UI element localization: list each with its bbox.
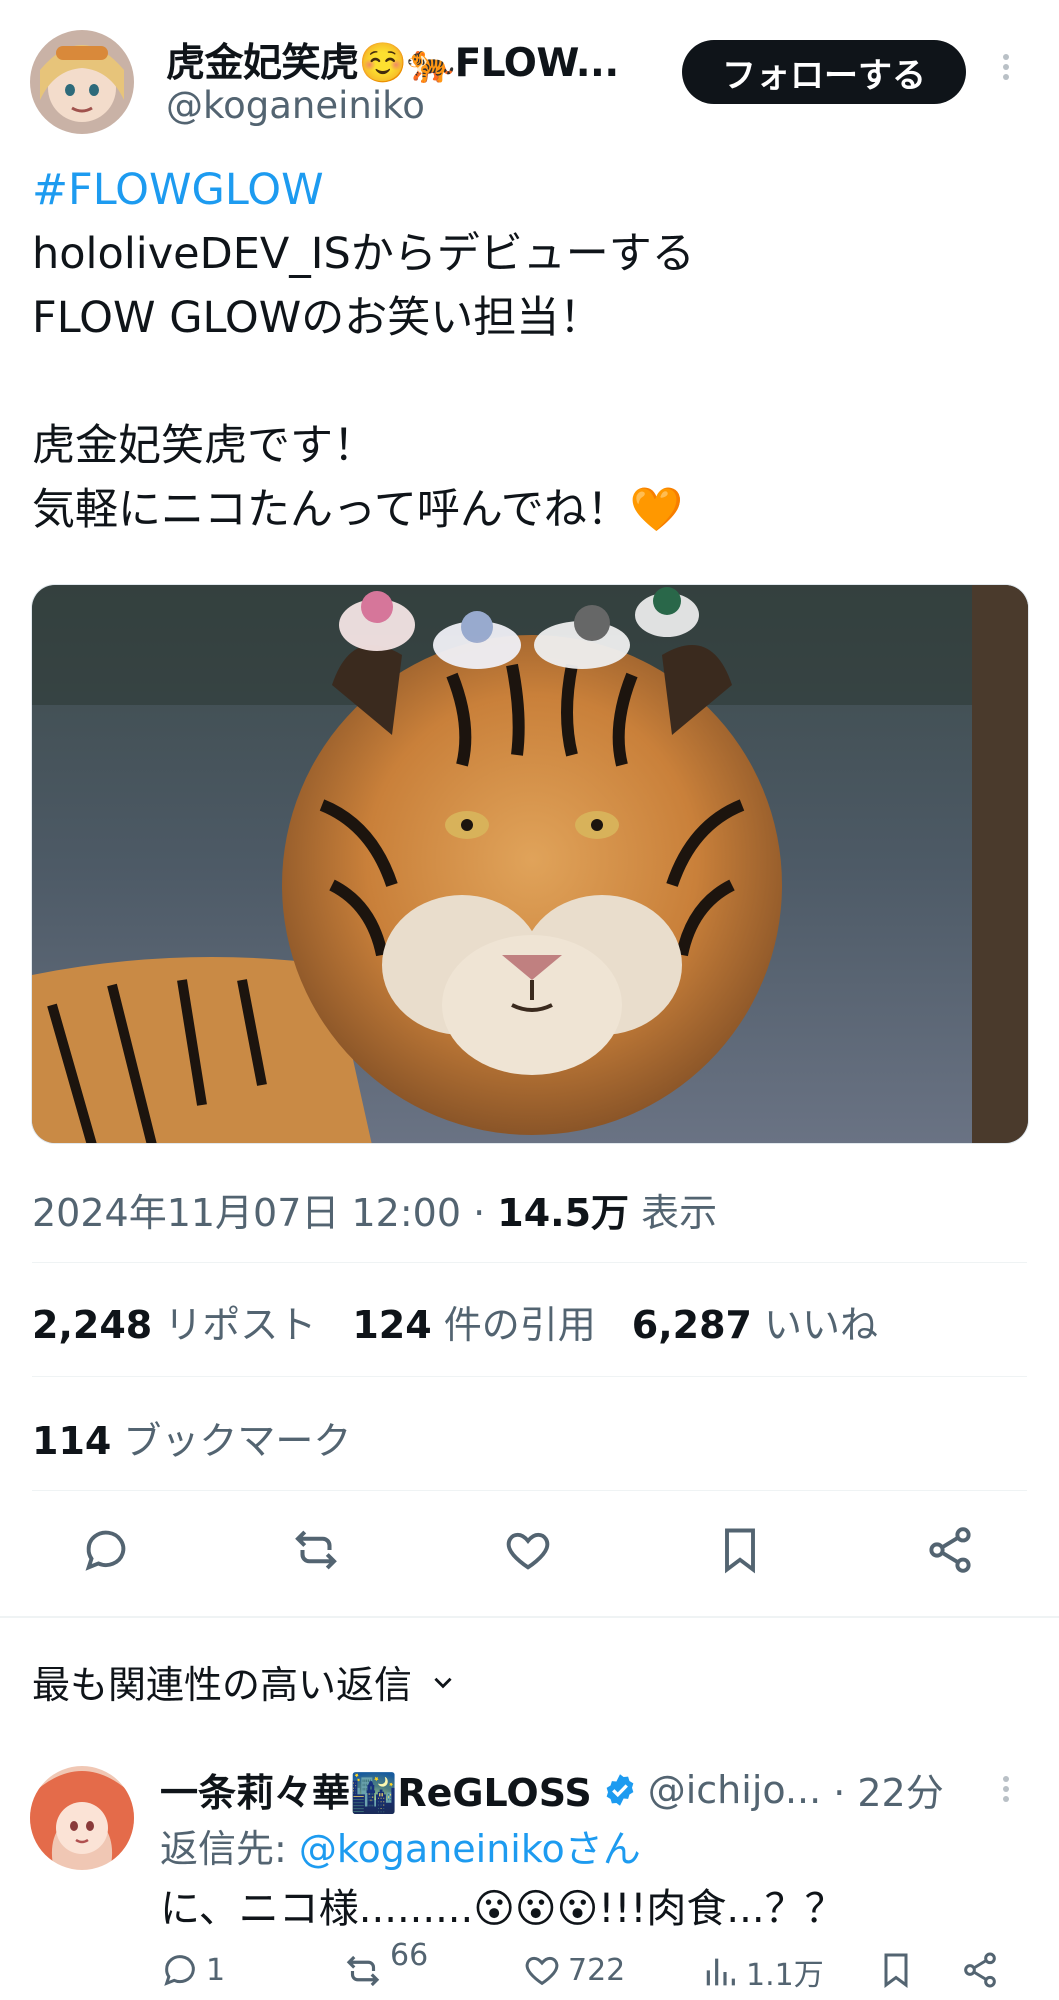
quotes-stat[interactable]: 124 件の引用 [352, 1294, 595, 1349]
tweet-media-image[interactable] [31, 584, 1029, 1144]
reply-views-count: 1.1万 [746, 1958, 824, 1993]
engagement-stats: 2,248 リポスト 124 件の引用 6,287 いいね [32, 1294, 878, 1349]
tweet-text-line: hololiveDEV_ISからデビューする [32, 229, 695, 279]
reply-text: に、ニコ様.........😮😮😮!!!肉食...？？ [160, 1886, 845, 1932]
likes-label: いいね [764, 1303, 879, 1347]
divider [32, 1490, 1027, 1491]
meta-separator: · [473, 1191, 486, 1235]
more-options-icon[interactable] [992, 50, 1020, 94]
reply-header: 一条莉々華🌃ReGLOSS @ichijo... · 22分 [160, 1762, 944, 1817]
bookmark-icon[interactable] [710, 1520, 770, 1580]
divider [32, 1376, 1027, 1377]
views-label: 表示 [641, 1191, 718, 1235]
author-name[interactable]: 虎金妃笑虎☺️🐅FLOW... [166, 32, 619, 88]
tweet-datetime[interactable]: 2024年11月07日 12:00 [32, 1191, 461, 1235]
bookmarks-count: 114 [32, 1419, 112, 1463]
reply-author-avatar[interactable] [30, 1766, 134, 1870]
reply-to-prefix: 返信先: [160, 1827, 299, 1871]
divider [32, 1262, 1027, 1263]
repost-icon[interactable] [286, 1520, 346, 1580]
tweet-meta: 2024年11月07日 12:00 · 14.5万 表示 [32, 1182, 717, 1237]
reply-like-button[interactable]: 722 [522, 1950, 625, 1990]
replies-sort-dropdown[interactable]: 最も関連性の高い返信 [32, 1654, 456, 1709]
reposts-label: リポスト [164, 1303, 317, 1347]
follow-button[interactable]: フォローする [682, 40, 966, 104]
reply-bookmark-button[interactable] [876, 1950, 916, 1990]
reposts-stat[interactable]: 2,248 リポスト [32, 1294, 316, 1349]
author-handle[interactable]: @koganeiniko [166, 84, 425, 127]
author-avatar[interactable] [30, 30, 134, 134]
reply-likes-count: 722 [568, 1952, 626, 1988]
share-icon [964, 1952, 996, 1988]
bookmarks-label: ブックマーク [123, 1419, 352, 1463]
divider [0, 1616, 1059, 1618]
views-icon [706, 1958, 735, 1986]
reply-reply-button[interactable]: 1 [160, 1950, 225, 1990]
reply-icon[interactable] [76, 1520, 136, 1580]
tweet-detail-page: 虎金妃笑虎☺️🐅FLOW... @koganeiniko フォローする #FLO… [0, 0, 1059, 2000]
reply-icon [164, 1955, 195, 1986]
tiger-photo [32, 585, 1028, 1143]
reply-actions-bar: 1 66 722 1.1万 [160, 1938, 1030, 2000]
reply-views-button[interactable]: 1.1万 [700, 1950, 824, 1994]
hashtag-link[interactable]: #FLOWGLOW [32, 158, 1022, 222]
reply-to-line: 返信先: @koganeinikoさん [160, 1818, 641, 1873]
views-count: 14.5万 [497, 1191, 630, 1235]
like-icon[interactable] [498, 1520, 558, 1580]
verified-badge-icon [602, 1772, 638, 1808]
reply-reposts-count: 66 [390, 1937, 429, 1973]
reply-author-name[interactable]: 一条莉々華🌃ReGLOSS [160, 1762, 592, 1817]
tweet-text-line: 気軽にニコたんって呼んでね！🧡 [32, 485, 684, 535]
tweet-text-line: FLOW GLOWのお笑い担当！ [32, 293, 603, 343]
reply-more-options-icon[interactable] [992, 1772, 1020, 1816]
like-icon [525, 1956, 559, 1986]
reply-author-handle[interactable]: @ichijo... [648, 1768, 821, 1812]
reply-time[interactable]: · 22分 [833, 1762, 944, 1817]
quotes-label: 件の引用 [443, 1303, 596, 1347]
tweet-actions-bar [0, 1520, 1059, 1592]
quotes-count: 124 [352, 1303, 432, 1347]
reply-share-button[interactable] [960, 1950, 1000, 1990]
tweet-text-line: 虎金妃笑虎です！ [32, 421, 376, 471]
replies-sort-label: 最も関連性の高い返信 [32, 1663, 413, 1707]
chevron-down-icon [434, 1677, 452, 1688]
share-icon[interactable] [920, 1520, 980, 1580]
tweet-text: #FLOWGLOW hololiveDEV_ISからデビューする FLOW GL… [32, 158, 1022, 542]
likes-count: 6,287 [631, 1303, 752, 1347]
bookmarks-stat[interactable]: 114 ブックマーク [32, 1410, 351, 1465]
bookmark-icon [884, 1953, 908, 1988]
likes-stat[interactable]: 6,287 いいね [632, 1294, 878, 1349]
reply-repost-button[interactable]: 66 [342, 1938, 428, 1992]
reply-replies-count: 1 [206, 1952, 226, 1988]
tweet-header: 虎金妃笑虎☺️🐅FLOW... @koganeiniko フォローする [0, 0, 1059, 150]
repost-icon [346, 1955, 380, 1987]
reposts-count: 2,248 [32, 1303, 153, 1347]
reply-to-mention[interactable]: @koganeinikoさん [299, 1827, 641, 1871]
